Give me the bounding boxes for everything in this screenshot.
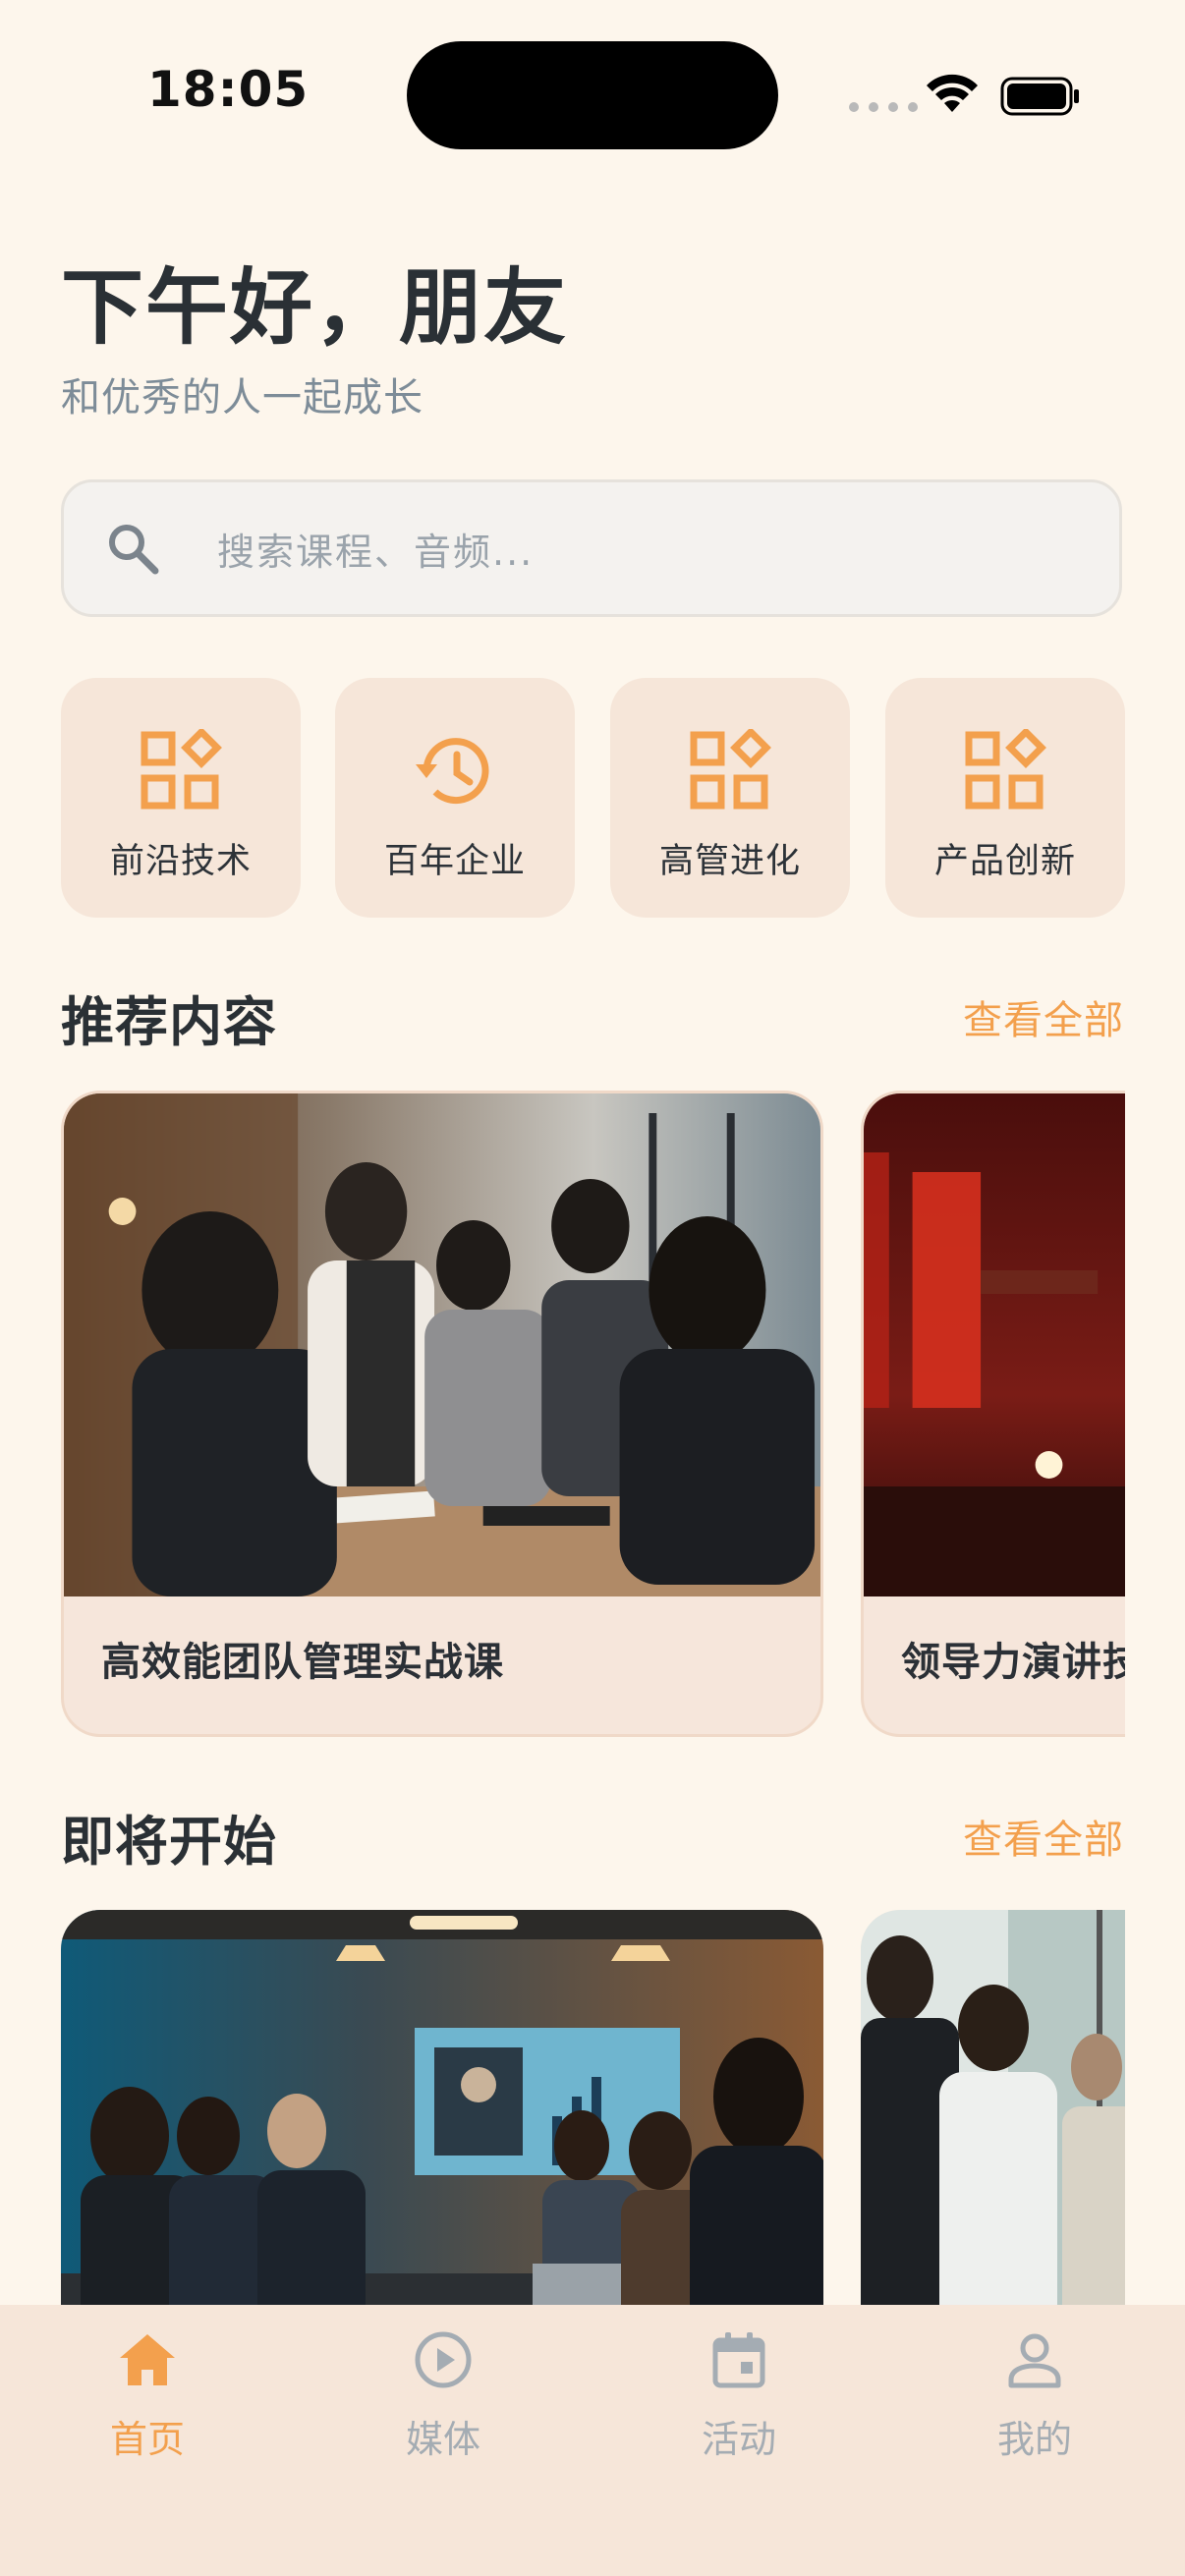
search-placeholder[interactable]: 搜索课程、音频... bbox=[217, 522, 534, 576]
card-title: 领导力演讲技 bbox=[901, 1640, 1125, 1685]
category-tile-century-enterprise[interactable]: 百年企业 bbox=[335, 678, 575, 918]
recommended-section-title: 推荐内容 bbox=[61, 991, 277, 1053]
search-icon bbox=[109, 525, 159, 575]
user-icon bbox=[1008, 2333, 1061, 2388]
history-clock-icon bbox=[416, 738, 489, 805]
category-label: 前沿技术 bbox=[109, 842, 252, 881]
category-label: 百年企业 bbox=[383, 842, 526, 881]
recommended-see-all-link[interactable]: 查看全部 bbox=[963, 988, 1124, 1045]
home-icon bbox=[120, 2334, 175, 2385]
grid-diamond-icon bbox=[690, 729, 771, 810]
card-title: 高效能团队管理实战课 bbox=[101, 1640, 504, 1685]
greeting-title: 下午好，朋友 bbox=[61, 259, 569, 356]
upcoming-see-all-link[interactable]: 查看全部 bbox=[963, 1808, 1124, 1865]
battery-icon bbox=[1000, 77, 1079, 116]
wifi-icon bbox=[927, 74, 978, 112]
grid-diamond-icon bbox=[141, 729, 222, 810]
category-tile-frontier-tech[interactable]: 前沿技术 bbox=[61, 678, 301, 918]
grid-diamond-icon bbox=[965, 729, 1046, 810]
upcoming-section-title: 即将开始 bbox=[61, 1811, 277, 1873]
dynamic-island bbox=[407, 41, 778, 149]
tab-media[interactable]: 媒体 bbox=[345, 2328, 541, 2463]
tab-label: 媒体 bbox=[405, 2418, 480, 2461]
tab-events[interactable]: 活动 bbox=[641, 2328, 837, 2463]
calendar-icon bbox=[712, 2332, 765, 2388]
greeting-subtitle: 和优秀的人一起成长 bbox=[61, 375, 423, 420]
tab-label: 活动 bbox=[701, 2418, 776, 2461]
card-photo bbox=[64, 1093, 820, 1596]
course-card-clip: 领导力演讲技 bbox=[861, 1091, 1125, 1737]
cellular-signal-icon bbox=[849, 102, 918, 112]
tab-label: 首页 bbox=[109, 2418, 185, 2461]
category-tile-product-innovation[interactable]: 产品创新 bbox=[885, 678, 1125, 918]
play-circle-icon bbox=[415, 2331, 472, 2388]
tab-profile[interactable]: 我的 bbox=[936, 2328, 1133, 2463]
status-time: 18:05 bbox=[147, 61, 310, 118]
search-bar[interactable]: 搜索课程、音频... bbox=[61, 479, 1122, 617]
category-label: 产品创新 bbox=[933, 842, 1076, 881]
tab-home[interactable]: 首页 bbox=[49, 2328, 246, 2463]
tab-label: 我的 bbox=[996, 2418, 1072, 2461]
card-photo bbox=[864, 1093, 1125, 1596]
course-card[interactable]: 高效能团队管理实战课 bbox=[61, 1091, 823, 1737]
category-tile-executive-evolution[interactable]: 高管进化 bbox=[610, 678, 850, 918]
category-label: 高管进化 bbox=[658, 842, 801, 881]
course-card[interactable]: 领导力演讲技 bbox=[861, 1091, 1125, 1737]
